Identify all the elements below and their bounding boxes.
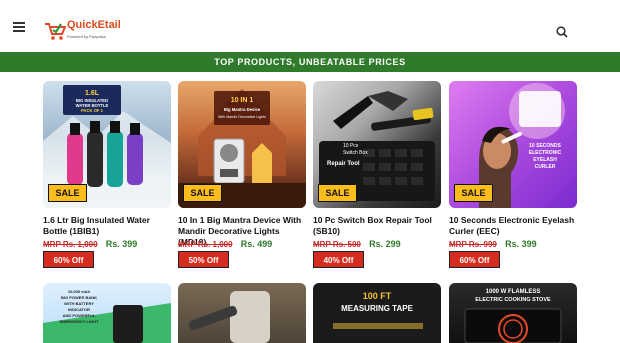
image-text: With Mandir Decorative Lights <box>218 115 266 119</box>
image-text: WITH BATTERY <box>64 301 94 306</box>
image-text: Big Mantra Device <box>224 107 261 112</box>
logo-wordmark: QuickEtail Powered by Pazpaisa <box>67 20 121 42</box>
price-row: MRP Rs. 1,000 Rs. 399 <box>43 239 173 249</box>
image-text: 10 IN 1 <box>231 97 254 104</box>
image-text: PACK OF 1 <box>81 108 104 113</box>
product-image[interactable]: 10,000 mAh BIG POWER BANK WITH BATTERY I… <box>43 283 171 343</box>
image-text: AND POWERFUL <box>63 313 96 318</box>
sale-badge: SALE <box>318 184 357 202</box>
product-image[interactable]: 100 FT MEASURING TAPE <box>313 283 441 343</box>
logo-tagline: Powered by Pazpaisa <box>67 34 106 39</box>
power-bank-illustration: 10,000 mAh BIG POWER BANK WITH BATTERY I… <box>43 289 171 343</box>
tool-illustration <box>188 291 270 343</box>
mrp-price: MRP Rs. 500 <box>313 240 361 249</box>
sale-badge: SALE <box>48 184 87 202</box>
discount-badge: 50% Off <box>178 251 229 268</box>
image-text: CURLER <box>535 164 556 170</box>
product-title[interactable]: 10 Seconds Electronic Eyelash Curler (EE… <box>449 215 579 237</box>
logo-text: QuickEtail <box>67 19 121 31</box>
shopping-cart-logo-icon <box>45 23 66 40</box>
sale-price: Rs. 399 <box>105 239 138 249</box>
promo-banner: TOP PRODUCTS, UNBEATABLE PRICES <box>0 52 620 72</box>
product-title[interactable]: 1.6 Ltr Big Insulated Water Bottle (1BIB… <box>43 215 173 237</box>
image-text: 100 FT <box>363 291 392 301</box>
mrp-price: MRP Rs. 999 <box>449 240 497 249</box>
image-text: 1000 W FLAMLESS <box>486 289 541 295</box>
image-text: 10,000 mAh <box>68 289 91 294</box>
sale-badge: SALE <box>183 184 222 202</box>
image-text: 10 SECONDS <box>529 143 561 149</box>
image-text: BIG POWER BANK <box>61 295 97 300</box>
electric-stove-illustration: 1000 W FLAMLESS ELECTRIC COOKING STOVE <box>464 289 562 343</box>
price-row: MRP Rs. 1,000 Rs. 499 <box>178 239 308 249</box>
image-text: 10 Pcs <box>343 143 359 149</box>
mrp-price: MRP Rs. 1,000 <box>178 240 233 249</box>
image-text: INDICATOR <box>68 307 90 312</box>
mrp-price: MRP Rs. 1,000 <box>43 240 98 249</box>
product-title[interactable]: 10 Pc Switch Box Repair Tool (SB10) <box>313 215 443 237</box>
image-text: ELECTRONIC <box>529 150 562 156</box>
image-text: Repair Tool <box>327 161 360 167</box>
site-header: QuickEtail Powered by Pazpaisa <box>0 0 620 52</box>
measuring-tape-illustration: 100 FT MEASURING TAPE <box>333 291 423 329</box>
product-image[interactable] <box>178 283 306 343</box>
sale-price: Rs. 399 <box>505 239 537 249</box>
search-icon[interactable] <box>556 26 568 38</box>
discount-badge: 60% Off <box>449 251 500 268</box>
price-row: MRP Rs. 500 Rs. 299 <box>313 239 443 249</box>
sale-price: Rs. 499 <box>240 239 273 249</box>
sale-badge: SALE <box>454 184 493 202</box>
image-text: EMERGENCY LIGHT <box>60 319 99 324</box>
price-row: MRP Rs. 999 Rs. 399 <box>449 239 579 249</box>
image-text: EYELASH <box>533 157 557 163</box>
site-logo[interactable]: QuickEtail Powered by Pazpaisa <box>44 20 121 42</box>
discount-badge: 60% Off <box>43 251 94 268</box>
sale-price: Rs. 299 <box>369 239 401 249</box>
product-image[interactable]: 1000 W FLAMLESS ELECTRIC COOKING STOVE <box>449 283 577 343</box>
image-text: ELECTRIC COOKING STOVE <box>475 297 551 303</box>
image-text: Switch Box <box>343 150 368 156</box>
image-text: MEASURING TAPE <box>341 304 414 313</box>
hamburger-menu-icon[interactable] <box>13 22 25 32</box>
discount-badge: 40% Off <box>313 251 364 268</box>
image-text: 1.6L <box>85 90 100 97</box>
